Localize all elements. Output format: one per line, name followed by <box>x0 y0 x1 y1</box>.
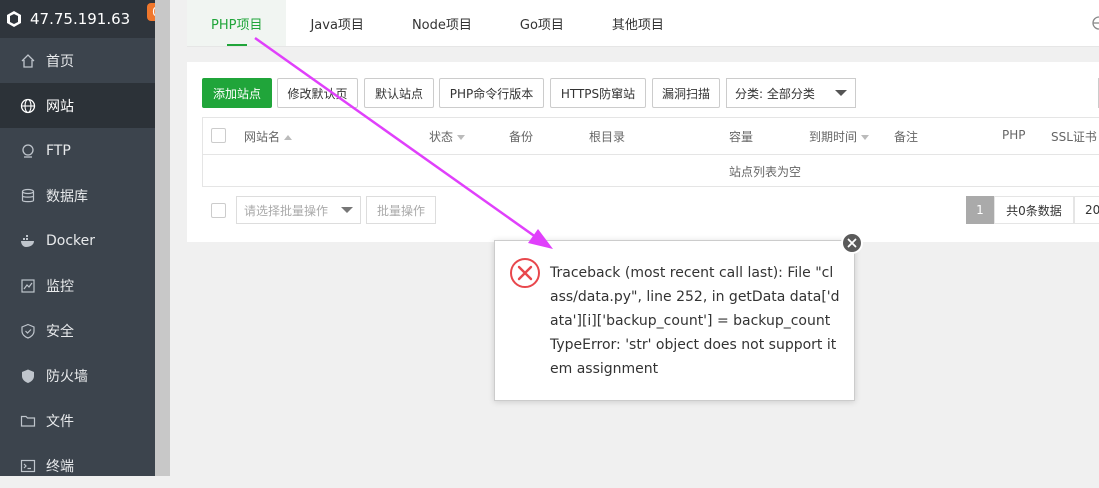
close-icon <box>847 238 857 248</box>
sidebar-header: 47.75.191.63 0 <box>0 0 165 38</box>
sidebar-scroll-track <box>155 0 170 476</box>
sort-desc-icon <box>457 135 466 140</box>
server-icon <box>7 11 21 27</box>
category-select[interactable]: 分类: 全部分类 <box>726 78 856 108</box>
pagination-current-page[interactable]: 1 <box>966 196 994 224</box>
sidebar-item-label: Docker <box>46 232 96 249</box>
tab-php[interactable]: PHP项目 <box>187 0 287 46</box>
sidebar-item-website[interactable]: 网站 <box>0 83 155 128</box>
sidebar-item-files[interactable]: 文件 <box>0 398 155 443</box>
https-protection-button[interactable]: HTTPS防窜站 <box>550 78 646 108</box>
sidebar-item-label: FTP <box>46 142 71 159</box>
error-icon <box>510 258 540 288</box>
sidebar-item-monitor[interactable]: 监控 <box>0 263 155 308</box>
sidebar-item-security[interactable]: 安全 <box>0 308 155 353</box>
batch-action-placeholder: 请选择批量操作 <box>244 203 329 218</box>
add-site-button[interactable]: 添加站点 <box>202 78 272 108</box>
server-ip[interactable]: 47.75.191.63 <box>30 10 130 28</box>
table-header: 网站名 状态 备份 根目录 容量 到期时间 备注 PHP SSL证书 <box>203 118 1099 155</box>
tab-go[interactable]: Go项目 <box>496 0 588 46</box>
chevron-down-icon <box>341 207 353 213</box>
batch-action-button[interactable]: 批量操作 <box>366 196 436 224</box>
sidebar-item-home[interactable]: 首页 <box>0 38 155 83</box>
tab-node[interactable]: Node项目 <box>388 0 496 46</box>
pagination-total: 共0条数据 <box>994 196 1074 224</box>
home-icon <box>20 53 36 69</box>
sort-asc-icon <box>284 135 293 140</box>
ftp-icon <box>20 143 36 159</box>
close-dialog-button[interactable] <box>841 232 863 254</box>
empty-text: 站点列表为空 <box>729 165 802 179</box>
column-header-remark: 备注 <box>894 130 919 144</box>
batch-action-select[interactable]: 请选择批量操作 <box>236 196 361 224</box>
column-header-expiry[interactable]: 到期时间 <box>809 128 870 145</box>
column-header-ssl: SSL证书 <box>1051 130 1097 144</box>
sidebar-item-ftp[interactable]: FTP <box>0 128 155 173</box>
sidebar-item-label: 文件 <box>46 413 74 430</box>
footer-select-all-checkbox[interactable] <box>211 203 226 218</box>
shield-icon <box>20 323 36 339</box>
pagination-page-size[interactable]: 20 <box>1074 196 1099 224</box>
sidebar-item-terminal[interactable]: 终端 <box>0 443 155 488</box>
terminal-icon <box>20 458 36 474</box>
sidebar-nav: 首页 网站 FTP 数据库 Docker 监控 安全 防火墙 文件 终端 <box>0 38 155 488</box>
error-dialog: Traceback (most recent call last): File … <box>494 232 863 401</box>
chevron-down-icon <box>835 90 847 96</box>
site-table: 网站名 状态 备份 根目录 容量 到期时间 备注 PHP SSL证书 站点列表为… <box>202 117 1099 187</box>
sidebar: 47.75.191.63 0 首页 网站 FTP 数据库 Docker 监控 <box>0 0 165 476</box>
table-empty-row: 站点列表为空 <box>203 154 1099 187</box>
category-select-value: 分类: 全部分类 <box>735 86 815 101</box>
vuln-scan-button[interactable]: 漏洞扫描 <box>652 78 720 108</box>
column-header-php: PHP <box>1002 128 1026 142</box>
refresh-icon[interactable] <box>1089 14 1099 32</box>
column-header-backup: 备份 <box>509 130 534 144</box>
globe-icon <box>20 98 36 114</box>
tab-java[interactable]: Java项目 <box>286 0 387 46</box>
column-header-capacity: 容量 <box>729 130 754 144</box>
sidebar-item-database[interactable]: 数据库 <box>0 173 155 218</box>
docker-icon <box>20 233 36 249</box>
sidebar-item-firewall[interactable]: 防火墙 <box>0 353 155 398</box>
folder-icon <box>20 413 36 429</box>
column-header-name[interactable]: 网站名 <box>244 128 293 145</box>
column-header-status[interactable]: 状态 <box>429 128 466 145</box>
sidebar-item-label: 防火墙 <box>46 368 88 385</box>
sidebar-item-docker[interactable]: Docker <box>0 218 155 263</box>
php-cli-version-button[interactable]: PHP命令行版本 <box>439 78 544 108</box>
site-panel: 添加站点 修改默认页 默认站点 PHP命令行版本 HTTPS防窜站 漏洞扫描 分… <box>187 62 1099 242</box>
sidebar-item-label: 网站 <box>46 98 74 115</box>
column-header-root: 根目录 <box>589 130 626 144</box>
tab-other[interactable]: 其他项目 <box>588 0 688 46</box>
project-tabs: PHP项目 Java项目 Node项目 Go项目 其他项目 <box>187 0 1099 47</box>
sidebar-item-label: 安全 <box>46 323 74 340</box>
sort-desc-icon <box>861 135 870 140</box>
select-all-checkbox[interactable] <box>211 128 226 143</box>
modify-default-page-button[interactable]: 修改默认页 <box>277 78 358 108</box>
sidebar-item-label: 监控 <box>46 278 74 295</box>
firewall-icon <box>20 368 36 384</box>
database-icon <box>20 188 36 204</box>
sidebar-item-label: 数据库 <box>46 188 88 205</box>
monitor-icon <box>20 278 36 294</box>
error-message: Traceback (most recent call last): File … <box>550 265 840 377</box>
sidebar-item-label: 终端 <box>46 458 74 475</box>
sidebar-item-label: 首页 <box>46 53 74 70</box>
default-site-button[interactable]: 默认站点 <box>364 78 434 108</box>
